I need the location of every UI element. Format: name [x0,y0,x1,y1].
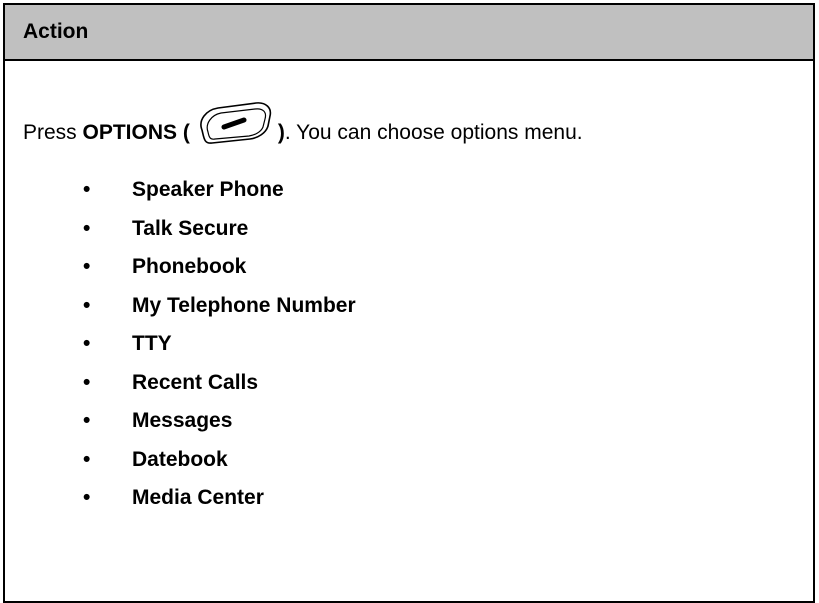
list-item: • TTY [5,325,356,364]
list-item: • Datebook [5,441,356,480]
instruction-line: Press OPTIONS ( ) . You can choose optio… [23,102,583,156]
bullet-icon: • [83,486,91,510]
options-menu-list: • Speaker Phone • Talk Secure • Phonebook • My … [5,171,356,518]
list-item-label: Datebook [132,447,228,471]
list-item-label: Media Center [132,486,264,510]
list-item: • Phonebook [5,248,356,287]
bullet-icon: • [83,370,91,394]
action-table: Action Press OPTIONS ( ) . You can choos… [3,3,815,603]
table-header: Action [5,5,813,61]
bullet-icon: • [83,293,91,317]
bullet-icon: • [83,332,91,356]
list-item: • Talk Secure [5,210,356,249]
list-item: • Speaker Phone [5,171,356,210]
list-item-label: Recent Calls [132,370,259,394]
list-item-label: Speaker Phone [132,178,284,202]
options-key-icon [192,100,276,146]
header-title: Action [23,20,89,43]
bullet-icon: • [83,178,91,202]
list-item-label: Messages [132,409,233,433]
bullet-icon: • [83,447,91,471]
bullet-icon: • [83,255,91,279]
bullet-icon: • [83,216,91,240]
instruction-key-name: OPTIONS ( [82,121,190,144]
instruction-suffix: . You can choose options menu. [284,121,583,144]
list-item-label: My Telephone Number [132,293,356,317]
instruction-key-close: ) [277,121,285,144]
instruction-prefix: Press [23,121,83,144]
bullet-icon: • [83,409,91,433]
list-item: • Recent Calls [5,364,356,403]
list-item-label: Talk Secure [132,216,249,240]
list-item: • Messages [5,402,356,441]
list-item-label: TTY [132,332,172,356]
list-item-label: Phonebook [132,255,247,279]
list-item: • Media Center [5,479,356,518]
list-item: • My Telephone Number [5,287,356,326]
